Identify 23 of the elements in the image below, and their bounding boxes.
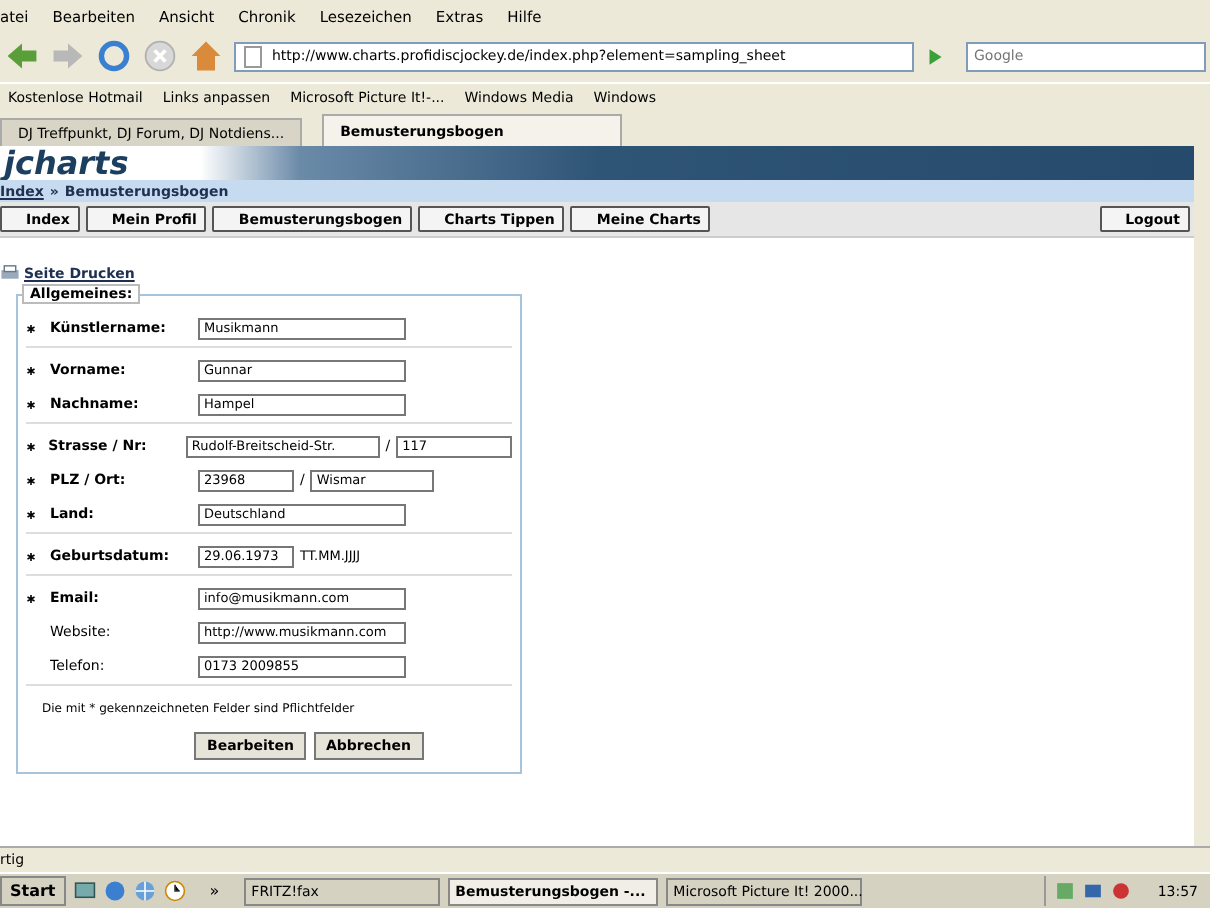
site-logo: jcharts [0,146,129,180]
forward-arrow-icon[interactable] [50,38,86,74]
go-arrow-icon[interactable] [924,45,946,67]
start-button[interactable]: Start [0,876,66,906]
back-arrow-icon[interactable] [4,38,40,74]
required-asterisk-icon [26,399,36,409]
globe-icon[interactable] [133,880,156,902]
tray-icon[interactable] [1081,880,1104,902]
tray-icon[interactable] [1053,880,1076,902]
clock-icon[interactable] [163,880,186,902]
tray-icon[interactable] [1109,880,1132,902]
required-asterisk-icon [26,593,36,603]
printer-icon[interactable] [0,264,20,282]
home-icon[interactable] [188,38,224,74]
stop-icon[interactable] [142,38,178,74]
required-asterisk-icon [26,551,36,561]
more-chevron[interactable]: » [209,882,220,900]
required-asterisk-icon [26,323,36,333]
desktop-icon[interactable] [73,880,96,902]
required-asterisk-icon [26,475,36,485]
required-asterisk-icon [26,365,36,375]
required-asterisk-icon [26,441,36,451]
required-asterisk-icon [26,509,36,519]
